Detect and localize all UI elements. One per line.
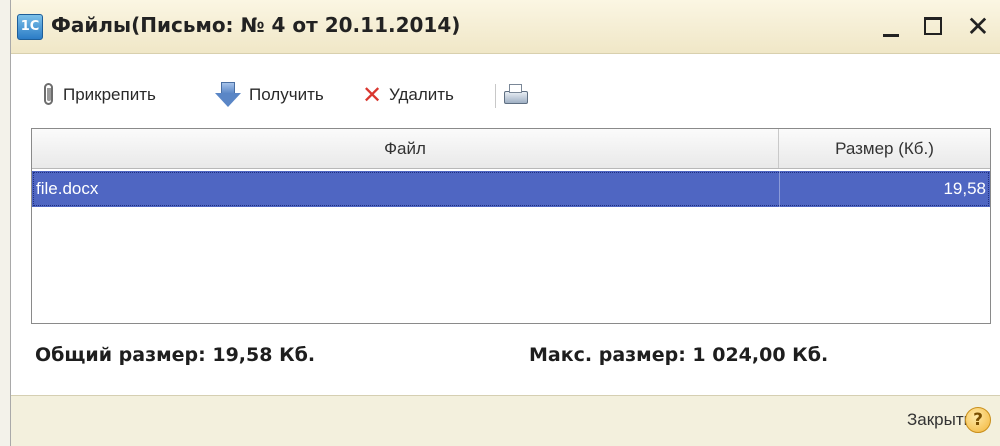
print-button[interactable] [503, 80, 529, 110]
title-bar[interactable]: 1С Файлы(Письмо: № 4 от 20.11.2014) ✕ [11, 0, 1000, 54]
get-button[interactable]: Получить [215, 80, 324, 110]
close-button[interactable]: Закрыть [907, 410, 972, 430]
column-header-size[interactable]: Размер (Кб.) [779, 129, 990, 168]
total-size-label: Общий размер: 19,58 Кб. [35, 344, 316, 366]
toolbar-separator [495, 84, 496, 108]
files-window: 1С Файлы(Письмо: № 4 от 20.11.2014) ✕ Пр… [10, 0, 1000, 446]
toolbar: Прикрепить Получить ✕ Удалить [11, 72, 1000, 118]
table-row[interactable]: file.docx 19,58 [32, 171, 990, 207]
minimize-button[interactable] [877, 12, 907, 42]
window-title: Файлы(Письмо: № 4 от 20.11.2014) [51, 13, 461, 37]
file-size-cell[interactable]: 19,58 [779, 171, 986, 207]
help-icon[interactable]: ? [965, 407, 991, 433]
get-label: Получить [249, 85, 324, 104]
file-name-cell[interactable]: file.docx [36, 171, 776, 207]
files-table[interactable]: Файл Размер (Кб.) file.docx 19,58 [31, 128, 991, 324]
table-header: Файл Размер (Кб.) [32, 129, 990, 169]
paperclip-icon [41, 83, 57, 107]
attach-label: Прикрепить [63, 85, 156, 104]
app-icon: 1С [17, 14, 43, 40]
delete-button[interactable]: ✕ Удалить [361, 80, 454, 110]
printer-icon [503, 83, 529, 107]
delete-label: Удалить [389, 85, 454, 104]
download-arrow-icon [215, 82, 243, 108]
footer-bar: Закрыть ? [11, 395, 1000, 446]
maximize-button[interactable] [919, 12, 949, 42]
attach-button[interactable]: Прикрепить [41, 80, 156, 110]
column-header-file[interactable]: Файл [32, 129, 779, 168]
close-window-button[interactable]: ✕ [963, 12, 993, 42]
max-size-label: Макс. размер: 1 024,00 Кб. [529, 344, 829, 366]
delete-x-icon: ✕ [361, 81, 383, 109]
